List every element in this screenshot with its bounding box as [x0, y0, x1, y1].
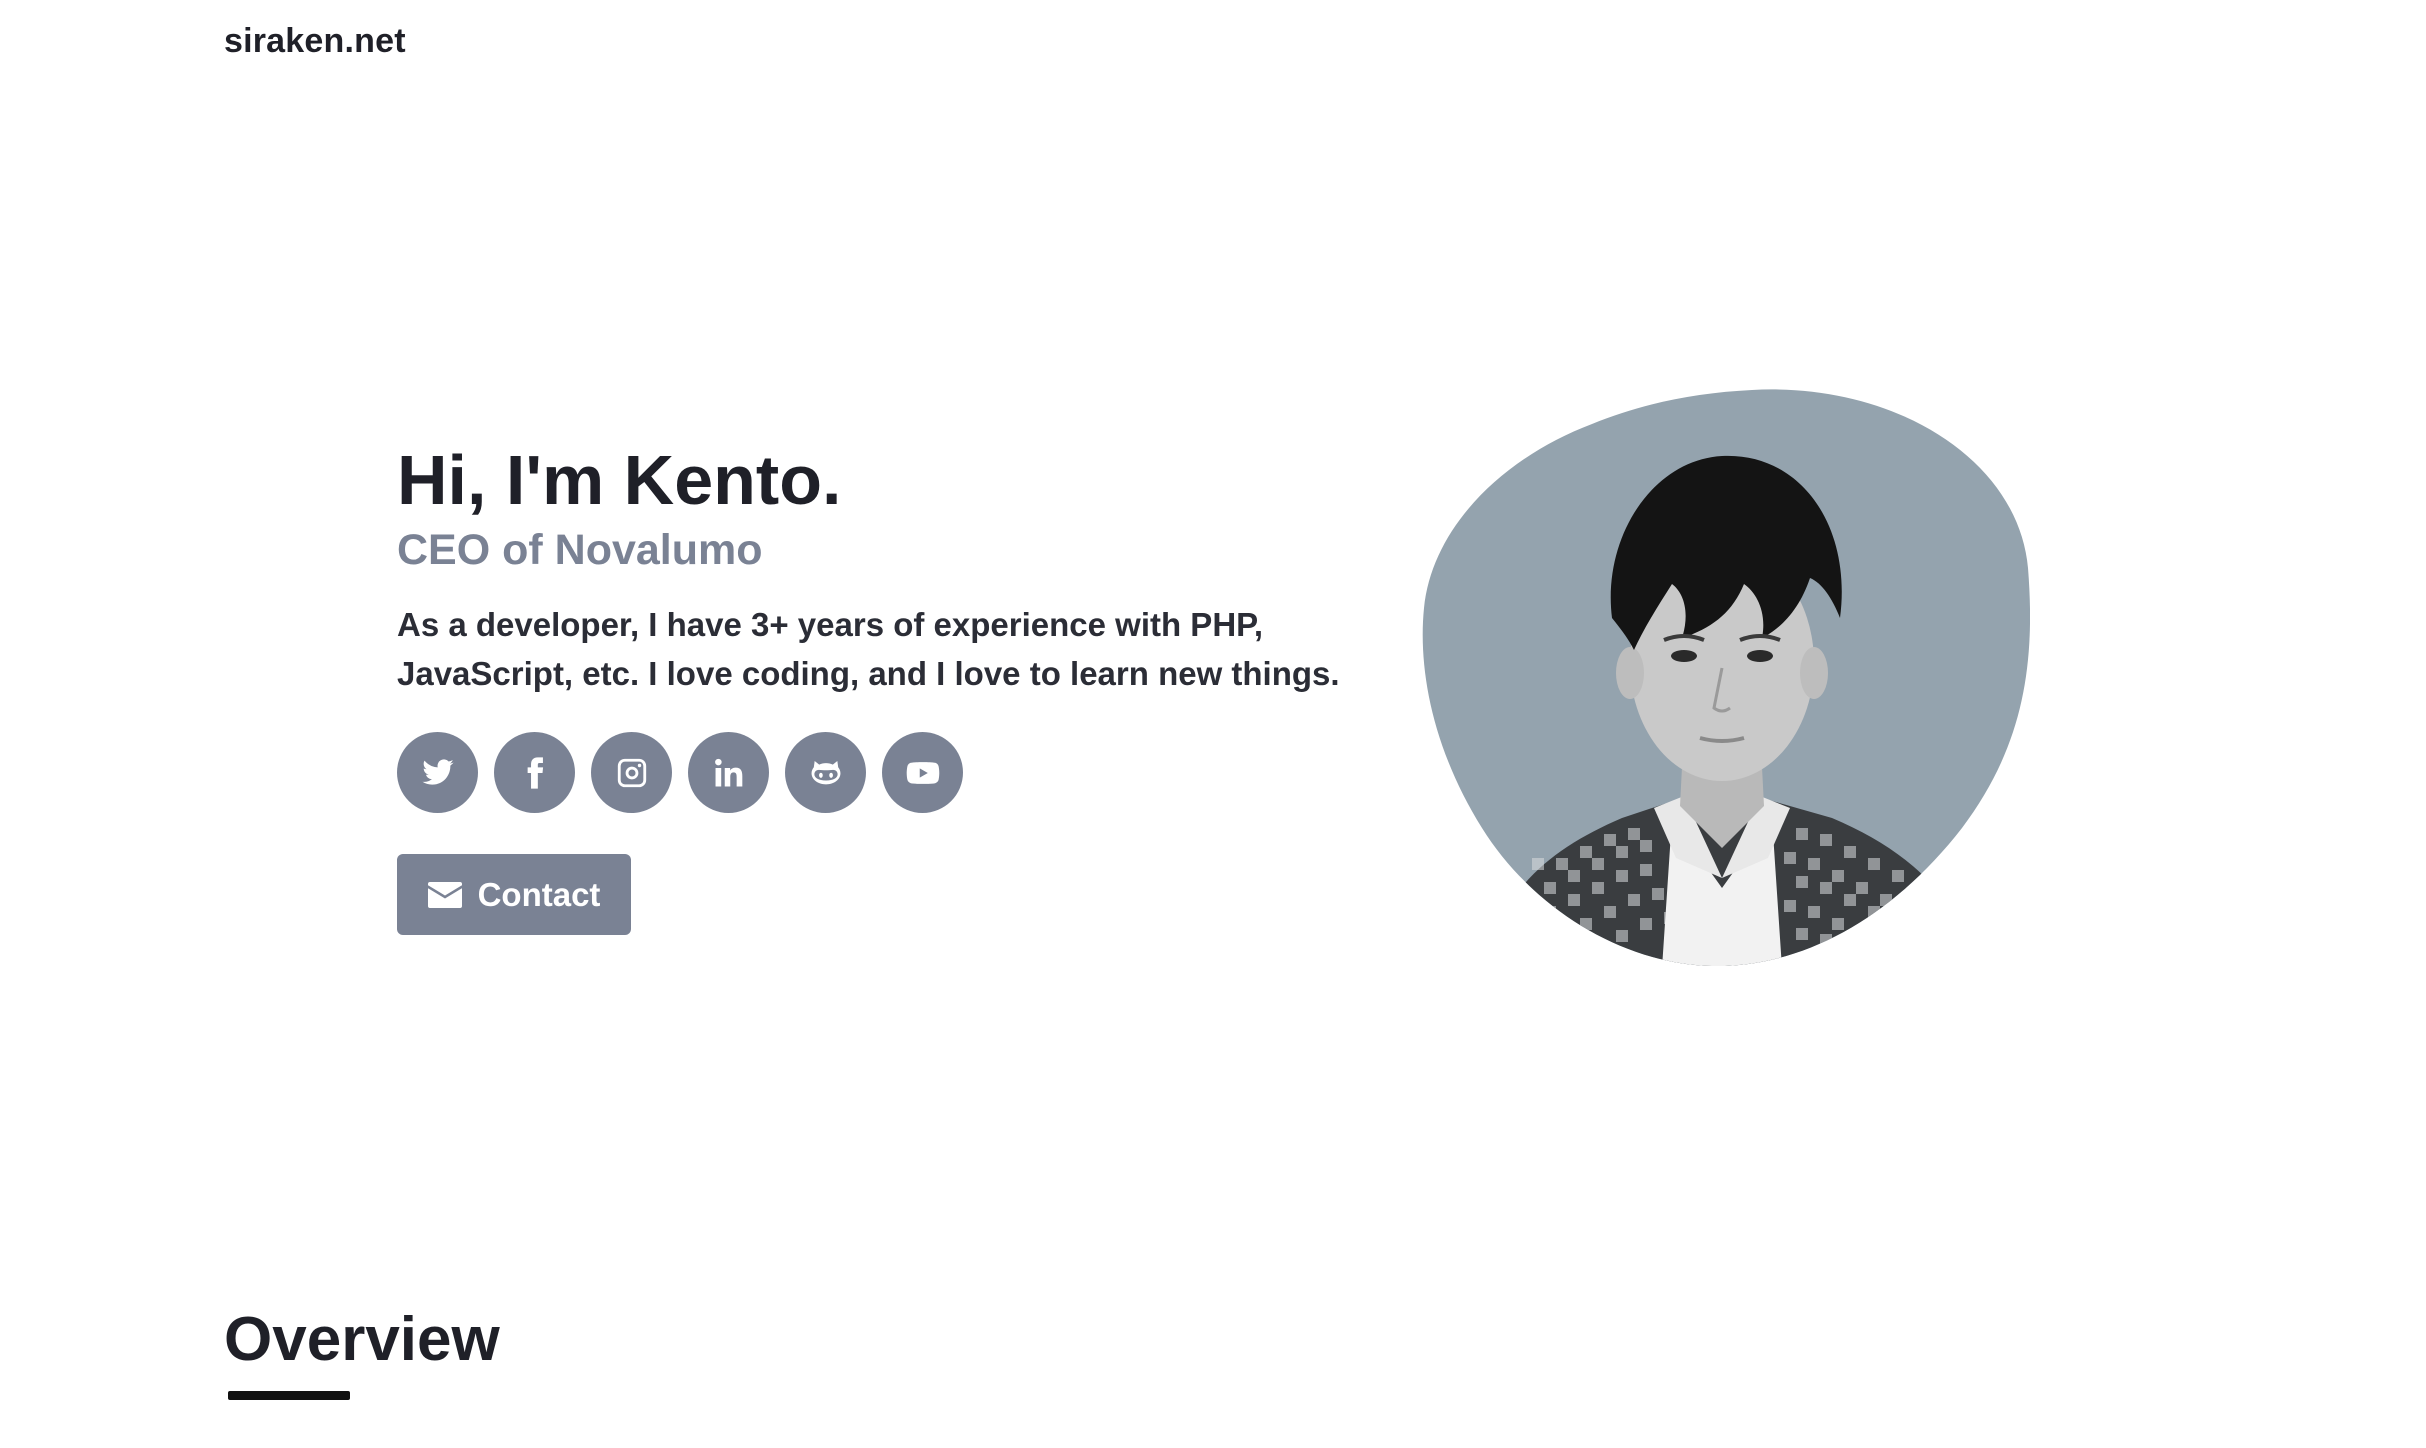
contact-button-label: Contact	[477, 875, 601, 913]
facebook-button[interactable]	[494, 732, 575, 813]
youtube-icon	[906, 761, 939, 784]
facebook-icon	[527, 756, 543, 789]
hero-description: As a developer, I have 3+ years of exper…	[397, 606, 1340, 692]
contact-button[interactable]: Contact	[397, 854, 631, 935]
instagram-button[interactable]	[591, 732, 672, 813]
twitter-button[interactable]	[397, 732, 478, 813]
page: siraken.net Hi, I'm Kento. CEO of Novalu…	[0, 0, 2426, 1448]
hero-intro: Hi, I'm Kento. CEO of Novalumo As a deve…	[397, 438, 1347, 935]
profile-photo-blob	[1422, 389, 2030, 967]
profile-photo	[1422, 388, 2030, 968]
github-button[interactable]	[785, 732, 866, 813]
instagram-icon	[617, 758, 646, 787]
linkedin-icon	[714, 758, 742, 786]
hero-subtitle: CEO of Novalumo	[397, 526, 763, 574]
social-links	[397, 732, 1347, 813]
overview-heading: Overview	[224, 1305, 500, 1374]
envelope-icon	[427, 881, 462, 908]
site-brand[interactable]: siraken.net	[224, 22, 406, 61]
hero-title: Hi, I'm Kento.	[397, 441, 842, 519]
github-icon	[811, 760, 840, 784]
overview-underline	[228, 1391, 350, 1400]
youtube-button[interactable]	[882, 732, 963, 813]
linkedin-button[interactable]	[688, 732, 769, 813]
twitter-icon	[421, 758, 454, 785]
